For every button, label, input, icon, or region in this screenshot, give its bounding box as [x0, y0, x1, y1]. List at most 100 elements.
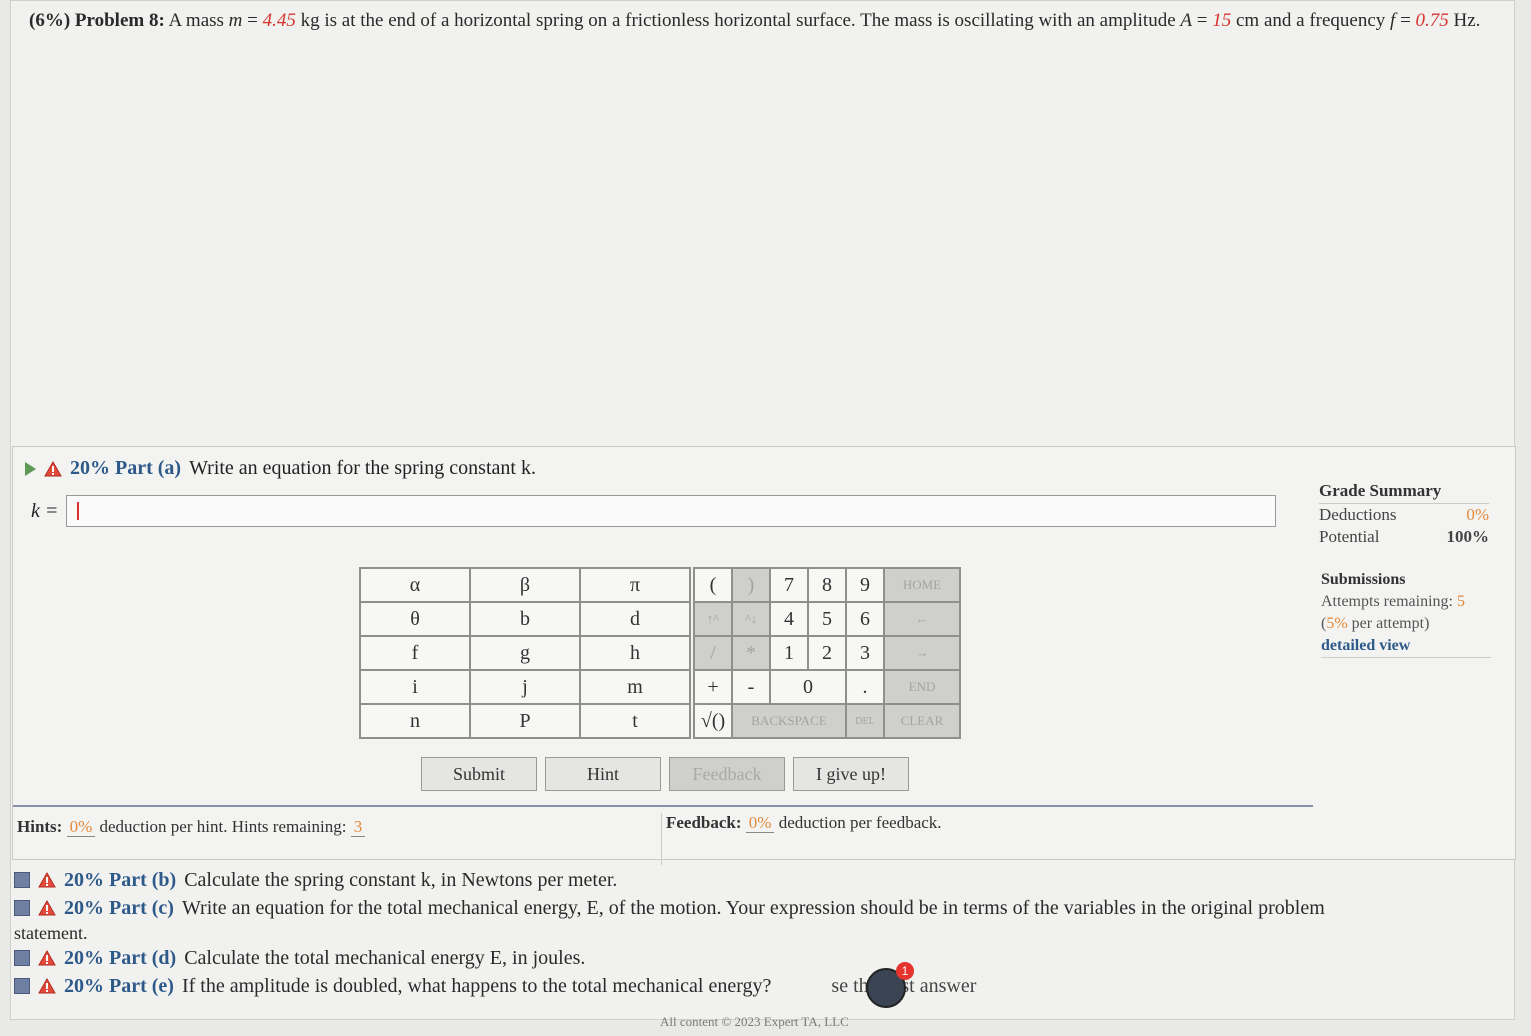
frequency-value: 0.75: [1415, 10, 1449, 31]
symbol-key[interactable]: i: [359, 669, 471, 705]
open-paren-key[interactable]: (: [693, 567, 733, 603]
part-label: 20% Part (b): [64, 869, 177, 891]
attempts-value: 5: [1456, 593, 1465, 610]
var-m: m: [228, 10, 243, 31]
digit-key[interactable]: 8: [807, 567, 847, 603]
keypad: ( ) 7 8 9 HOME ↑^ ^↓ 4 5 6 ← / * 1 2 3 →…: [693, 567, 961, 739]
symbol-key[interactable]: P: [469, 703, 581, 739]
action-buttons: Submit Hint Feedback I give up!: [421, 757, 909, 791]
symbol-key[interactable]: h: [579, 635, 691, 671]
amplitude-value: 15: [1212, 10, 1232, 31]
digit-key[interactable]: 4: [769, 601, 809, 637]
left-arrow-key[interactable]: ←: [883, 601, 961, 637]
digit-key[interactable]: 1: [769, 635, 809, 671]
close-paren-key[interactable]: ): [731, 567, 771, 603]
part-c-continuation: statement.: [14, 923, 88, 943]
hints-info: Hints: 0% deduction per hint. Hints rema…: [17, 817, 366, 837]
warning-icon: [44, 460, 62, 477]
part-e-item[interactable]: 20% Part (e) If the amplitude is doubled…: [14, 972, 1514, 1000]
del-key[interactable]: DEL: [845, 703, 885, 739]
problem-text: Hz.: [1448, 10, 1481, 31]
feedback-text: deduction per feedback.: [778, 813, 942, 832]
digit-key[interactable]: 6: [845, 601, 885, 637]
give-up-button[interactable]: I give up!: [793, 757, 909, 791]
deductions-value: 0%: [1466, 505, 1489, 524]
clear-key[interactable]: CLEAR: [883, 703, 961, 739]
part-a-question: Write an equation for the spring constan…: [189, 457, 536, 479]
expand-icon[interactable]: [14, 950, 30, 966]
detailed-view-link[interactable]: detailed view: [1321, 635, 1491, 658]
home-key[interactable]: HOME: [883, 567, 961, 603]
right-arrow-key[interactable]: →: [883, 635, 961, 671]
sqrt-key[interactable]: √(): [693, 703, 733, 739]
plus-key[interactable]: +: [693, 669, 733, 705]
footer-copyright: All content © 2023 Expert TA, LLC: [660, 1014, 849, 1029]
part-question: Write an equation for the total mechanic…: [181, 897, 1325, 919]
symbol-key[interactable]: g: [469, 635, 581, 671]
digit-key[interactable]: 5: [807, 601, 847, 637]
answer-input[interactable]: [66, 495, 1277, 527]
problem-text: cm and a frequency: [1231, 10, 1391, 31]
symbol-key[interactable]: j: [469, 669, 581, 705]
feedback-button[interactable]: Feedback: [669, 757, 785, 791]
grade-summary: Grade Summary Deductions 0% Potential 100%: [1319, 481, 1489, 548]
symbol-key[interactable]: d: [579, 601, 691, 637]
symbol-key[interactable]: m: [579, 669, 691, 705]
multiply-key[interactable]: *: [731, 635, 771, 671]
part-a-label: 20% Part (a): [70, 457, 182, 479]
symbol-table: αβπ θbd fgh ijm nPt: [359, 567, 691, 739]
digit-key[interactable]: 3: [845, 635, 885, 671]
part-c-item[interactable]: 20% Part (c) Write an equation for the t…: [14, 894, 1514, 922]
expand-icon[interactable]: [14, 978, 30, 994]
symbol-key[interactable]: θ: [359, 601, 471, 637]
digit-key[interactable]: 2: [807, 635, 847, 671]
decimal-key[interactable]: .: [845, 669, 885, 705]
symbol-key[interactable]: f: [359, 635, 471, 671]
play-icon[interactable]: [25, 461, 36, 476]
backspace-key[interactable]: BACKSPACE: [731, 703, 847, 739]
deductions-label: Deductions: [1319, 505, 1397, 524]
symbol-key[interactable]: π: [579, 567, 691, 603]
attempts-row: Attempts remaining: 5: [1321, 591, 1491, 613]
digit-key[interactable]: 7: [769, 567, 809, 603]
minus-key[interactable]: -: [731, 669, 771, 705]
eq-sign: =: [1395, 10, 1416, 31]
part-question: If the amplitude is doubled, what happen…: [181, 975, 772, 997]
part-b-item[interactable]: 20% Part (b) Calculate the spring consta…: [14, 866, 1514, 894]
feedback-pct: 0%: [745, 813, 775, 833]
problem-number: (6%) Problem 8:: [29, 10, 165, 31]
per-attempt-row: (5% per attempt): [1321, 615, 1430, 632]
part-label: 20% Part (d): [64, 947, 177, 969]
digit-key[interactable]: 9: [845, 567, 885, 603]
superscript-up-key[interactable]: ↑^: [693, 601, 733, 637]
submissions-title: Submissions: [1321, 571, 1406, 588]
feedback-label: Feedback:: [666, 813, 742, 832]
digit-key[interactable]: 0: [769, 669, 847, 705]
superscript-down-key[interactable]: ^↓: [731, 601, 771, 637]
feedback-info: Feedback: 0% deduction per feedback.: [661, 813, 942, 865]
symbol-key[interactable]: b: [469, 601, 581, 637]
part-a-panel: 20% Part (a) Write an equation for the s…: [12, 446, 1516, 865]
divide-key[interactable]: /: [693, 635, 733, 671]
expand-icon[interactable]: [14, 872, 30, 888]
warning-icon: [38, 950, 56, 966]
notification-badge[interactable]: 1: [896, 962, 914, 980]
potential-value: 100%: [1446, 527, 1490, 546]
warning-icon: [38, 900, 56, 916]
symbol-key[interactable]: n: [359, 703, 471, 739]
submissions-panel: Submissions Attempts remaining: 5 (5% pe…: [1321, 569, 1491, 658]
symbol-key[interactable]: α: [359, 567, 471, 603]
submit-button[interactable]: Submit: [421, 757, 537, 791]
part-question: Calculate the spring constant k, in Newt…: [184, 869, 618, 891]
part-label: 20% Part (c): [64, 897, 174, 919]
symbol-key[interactable]: β: [469, 567, 581, 603]
hint-button[interactable]: Hint: [545, 757, 661, 791]
end-key[interactable]: END: [883, 669, 961, 705]
deductions-row: Deductions 0%: [1319, 504, 1489, 526]
symbol-key[interactable]: t: [579, 703, 691, 739]
part-d-item[interactable]: 20% Part (d) Calculate the total mechani…: [14, 944, 1514, 972]
problem-text: kg is at the end of a horizontal spring …: [295, 10, 1181, 31]
text-caret: [77, 502, 80, 520]
expand-icon[interactable]: [14, 900, 30, 916]
hints-label: Hints:: [17, 817, 63, 836]
